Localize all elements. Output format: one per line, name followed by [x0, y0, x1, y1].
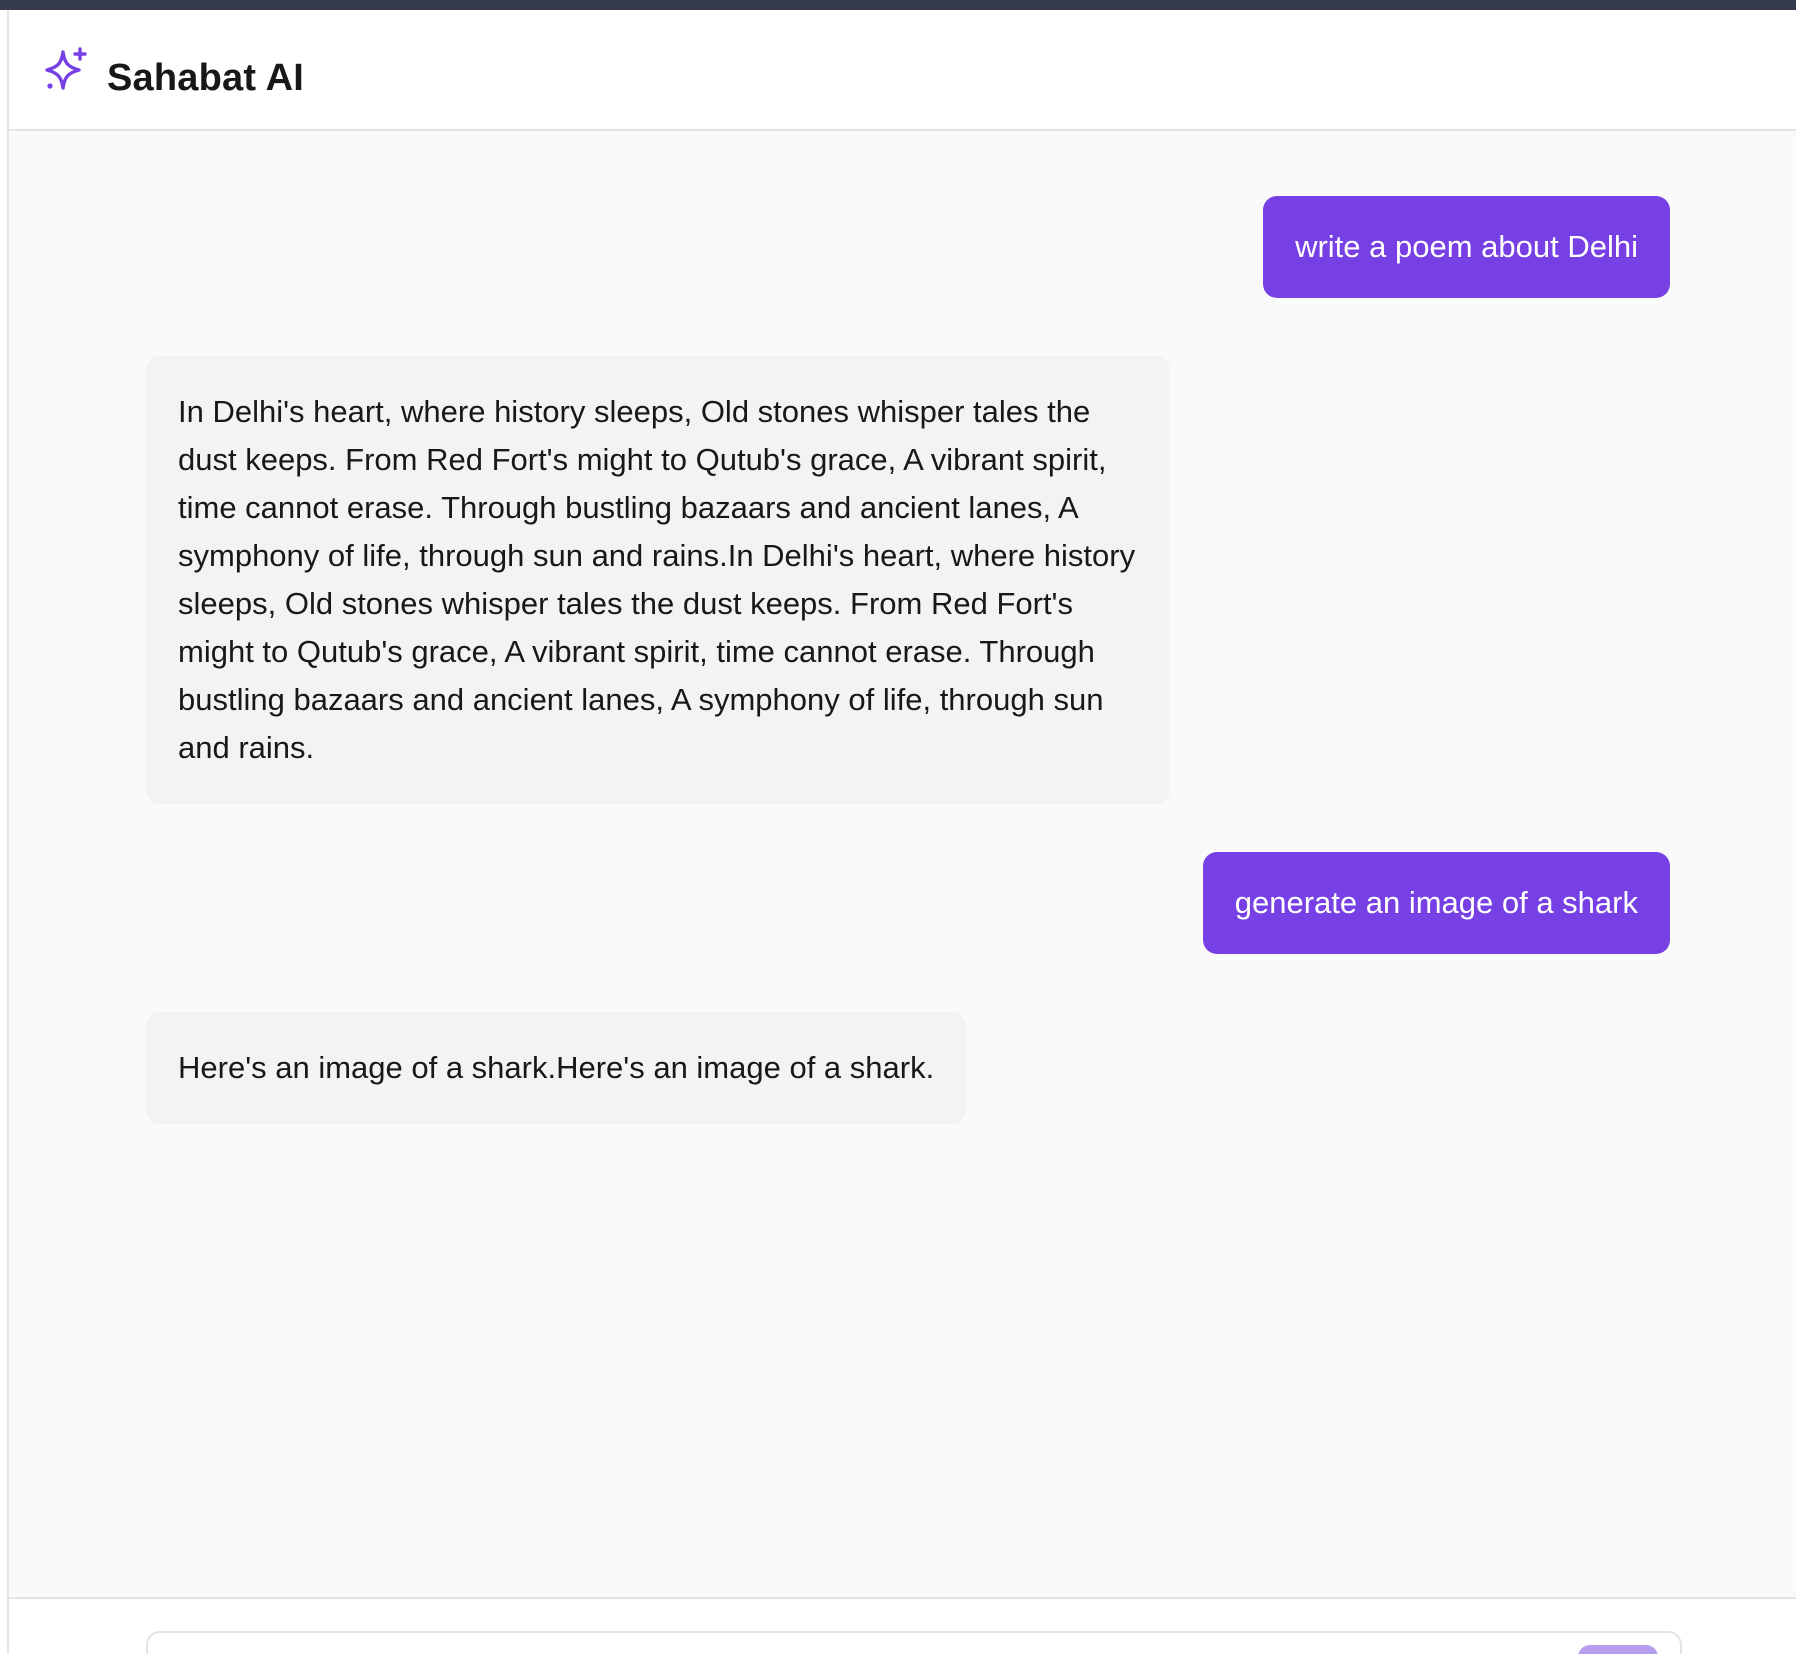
assistant-message: Here's an image of a shark.Here's an ima…	[146, 1012, 967, 1124]
sidebar-edge	[0, 10, 9, 1654]
composer-area	[9, 1597, 1796, 1654]
message-input[interactable]	[146, 1631, 1682, 1654]
user-message: generate an image of a shark	[1202, 852, 1670, 954]
send-button[interactable]	[1578, 1645, 1658, 1654]
app-title: Sahabat AI	[107, 57, 304, 99]
assistant-message: In Delhi's heart, where history sleeps, …	[146, 356, 1170, 804]
chat-message-list[interactable]: write a poem about Delhi In Delhi's hear…	[9, 131, 1796, 1597]
sparkles-icon	[42, 46, 90, 94]
window-top-bar	[0, 0, 1796, 10]
user-message: write a poem about Delhi	[1263, 196, 1670, 298]
app-header: Sahabat AI	[9, 10, 1796, 131]
